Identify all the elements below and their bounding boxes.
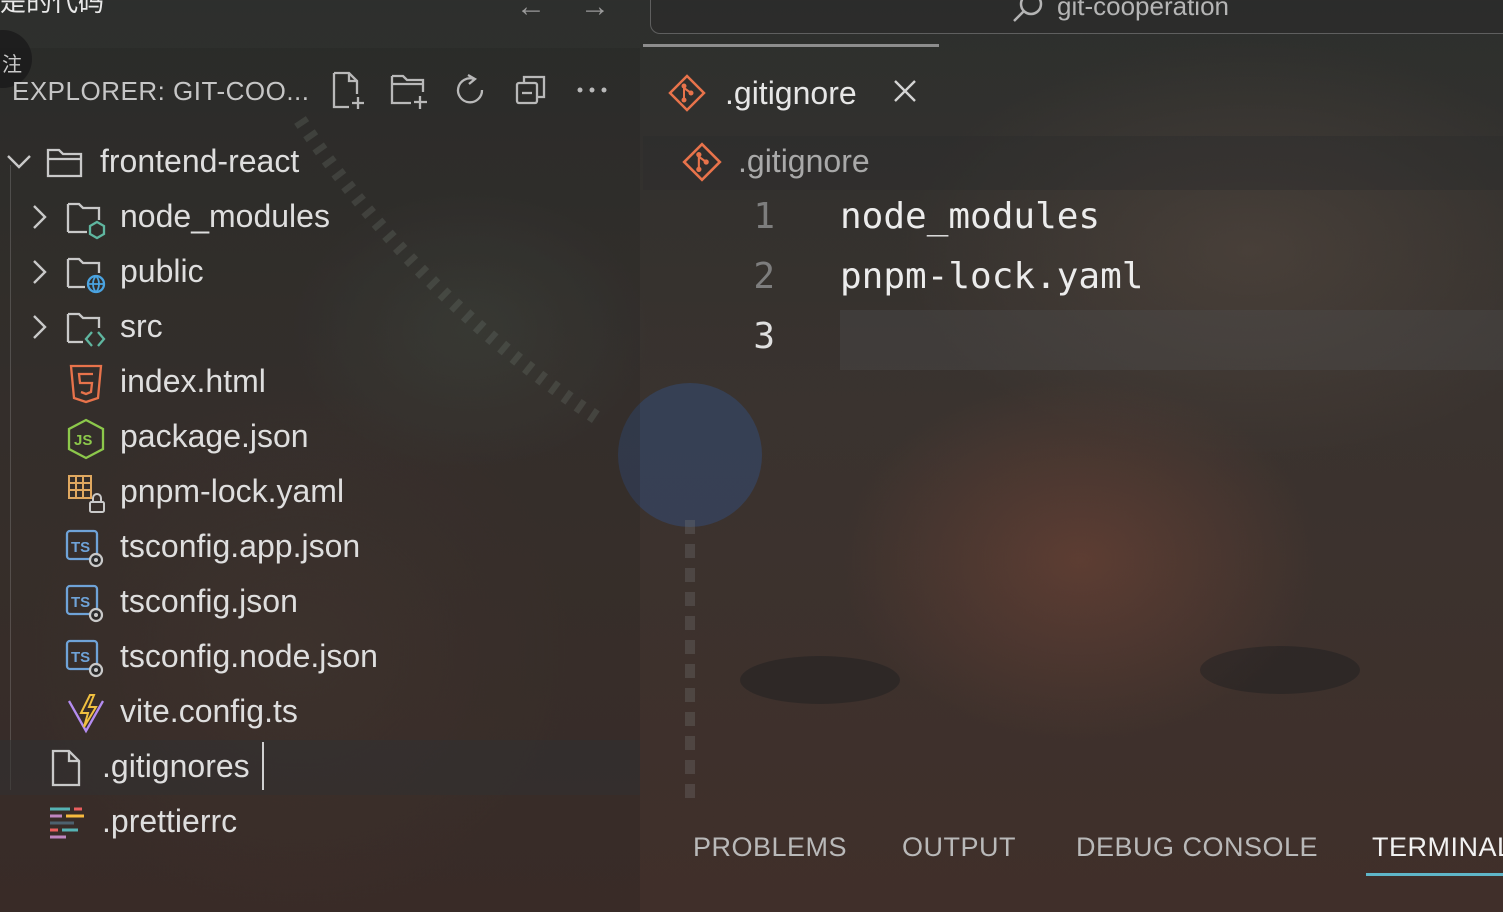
chevron-right-icon	[28, 204, 52, 230]
explorer-actions	[328, 70, 612, 110]
editor-group: .gitignore .gitignore 1 node_modules 2 p…	[643, 44, 1503, 804]
window-title-fragment: 是的代码	[0, 0, 105, 17]
prettier-icon	[48, 803, 88, 843]
tree-item-public[interactable]: public	[0, 245, 640, 300]
back-arrow-icon[interactable]: ←	[516, 0, 546, 24]
lock-file-icon	[66, 473, 106, 513]
refresh-icon[interactable]	[450, 70, 490, 110]
folder-src-icon	[65, 308, 106, 348]
tree-item-label: node_modules	[120, 198, 330, 234]
tab-debug-console[interactable]: DEBUG CONSOLE	[1076, 832, 1318, 863]
svg-text:TS: TS	[71, 649, 90, 666]
folder-public-icon	[65, 253, 106, 294]
tree-item-tsconfig-node[interactable]: TS tsconfig.node.json	[0, 630, 640, 685]
more-icon[interactable]	[572, 70, 612, 110]
tsconfig-icon: TS	[64, 528, 104, 568]
file-icon	[48, 748, 88, 788]
collapse-all-icon[interactable]	[511, 70, 551, 110]
code-line: 2 pnpm-lock.yaml	[643, 250, 1503, 310]
chevron-right-icon	[28, 314, 52, 340]
tsconfig-icon: TS	[64, 638, 104, 678]
tree-item-src[interactable]: src	[0, 300, 640, 355]
explorer-sidebar: EXPLORER: GIT-COO... frontend-react node…	[0, 48, 640, 912]
tab-label: .gitignore	[725, 75, 857, 111]
code-line-active: 3	[643, 310, 1503, 370]
line-number: 2	[753, 256, 775, 297]
breadcrumb-item[interactable]: .gitignore	[738, 143, 870, 180]
panel-tab-bar: PROBLEMS OUTPUT DEBUG CONSOLE TERMINAL	[643, 812, 1503, 912]
tree-item-label: tsconfig.app.json	[120, 528, 361, 564]
tree-item-label: pnpm-lock.yaml	[120, 473, 345, 509]
tree-item-tsconfig[interactable]: TS tsconfig.json	[0, 575, 640, 630]
code-line: 1 node_modules	[643, 190, 1503, 250]
tab-output[interactable]: OUTPUT	[902, 832, 1016, 863]
tree-item-package-json[interactable]: JS package.json	[0, 410, 640, 465]
svg-text:TS: TS	[71, 539, 90, 556]
title-bar: 是的代码 ← → git-cooperation	[0, 0, 1503, 44]
current-line-highlight	[840, 310, 1503, 370]
tree-item-frontend-react[interactable]: frontend-react	[0, 135, 640, 190]
tsconfig-icon: TS	[64, 583, 104, 623]
line-text: node_modules	[840, 196, 1101, 237]
explorer-header: EXPLORER: GIT-COO...	[12, 76, 310, 106]
git-icon	[667, 73, 707, 118]
tree-item-label: vite.config.ts	[120, 693, 298, 729]
tree-item-node-modules[interactable]: node_modules	[0, 190, 640, 245]
rename-input-value: .gitignores	[102, 748, 250, 784]
close-icon[interactable]	[891, 77, 919, 105]
tree-item-index-html[interactable]: index.html	[0, 355, 640, 410]
line-text: pnpm-lock.yaml	[840, 256, 1144, 297]
tree-item-label: tsconfig.node.json	[120, 638, 378, 674]
svg-text:TS: TS	[71, 594, 90, 611]
tab-gitignore[interactable]: .gitignore	[643, 44, 939, 139]
line-number: 3	[753, 316, 775, 357]
search-icon	[1011, 0, 1045, 30]
tree-item-label: public	[120, 253, 204, 289]
tree-item-label: index.html	[120, 363, 266, 399]
forward-arrow-icon[interactable]: →	[580, 0, 610, 24]
tab-problems[interactable]: PROBLEMS	[693, 832, 847, 863]
tree-item-gitignore-renaming[interactable]: .gitignores	[0, 740, 640, 795]
tree-item-label: src	[120, 308, 163, 344]
tree-item-label: .prettierrc	[102, 803, 238, 839]
new-file-icon[interactable]	[328, 70, 368, 110]
tab-terminal[interactable]: TERMINAL	[1366, 832, 1503, 876]
tree-item-vite-config[interactable]: vite.config.ts	[0, 685, 640, 740]
tree-item-pnpm-lock[interactable]: pnpm-lock.yaml	[0, 465, 640, 520]
tree-item-tsconfig-app[interactable]: TS tsconfig.app.json	[0, 520, 640, 575]
folder-node-icon	[65, 198, 106, 240]
html5-icon	[66, 363, 106, 404]
nodejs-icon: JS	[66, 418, 106, 460]
git-icon	[681, 141, 723, 188]
breadcrumb: .gitignore	[643, 136, 1503, 190]
new-folder-icon[interactable]	[389, 70, 429, 110]
svg-text:JS: JS	[74, 432, 92, 449]
editor-tab-bar: .gitignore	[643, 44, 1503, 136]
command-center-search[interactable]: git-cooperation	[650, 0, 1503, 34]
tree-item-label: tsconfig.json	[120, 583, 298, 619]
vite-icon	[66, 693, 106, 734]
chevron-right-icon	[28, 259, 52, 285]
chevron-down-icon	[6, 149, 31, 175]
folder-open-icon	[45, 143, 85, 183]
tree-item-label: package.json	[120, 418, 309, 454]
search-text: git-cooperation	[1057, 0, 1229, 21]
tree-item-label: frontend-react	[100, 143, 300, 179]
tree-item-prettierrc[interactable]: .prettierrc	[0, 795, 640, 850]
line-number: 1	[753, 196, 775, 237]
